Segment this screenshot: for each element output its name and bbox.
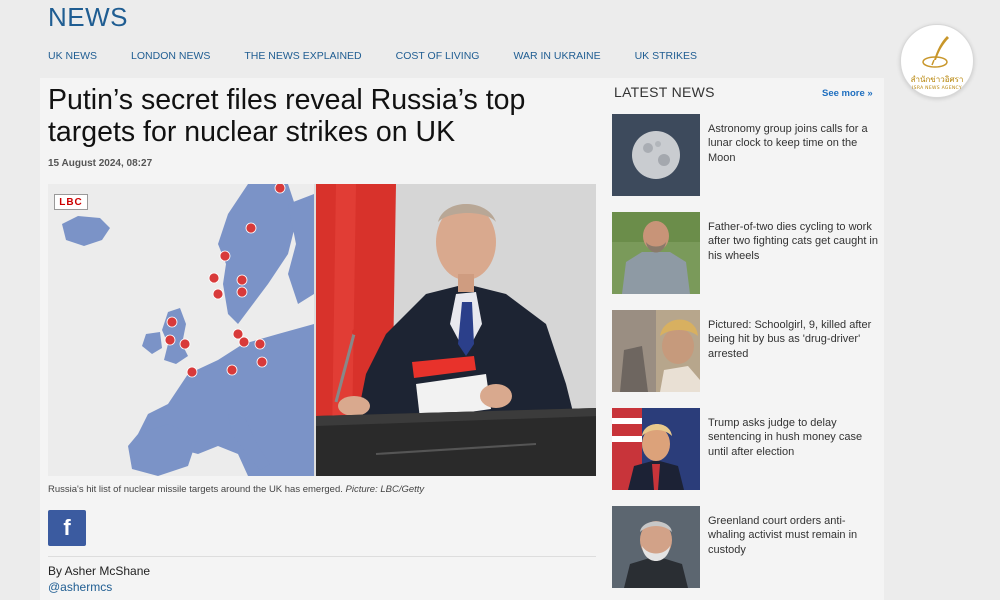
news-headline[interactable]: Trump asks judge to delay sentencing in … [708, 416, 880, 459]
news-item[interactable]: Pictured: Schoolgirl, 9, killed after be… [612, 310, 880, 394]
hero-image: LBC [48, 184, 596, 476]
map-graphic [48, 184, 314, 476]
main-nav: UK NEWS LONDON NEWS THE NEWS EXPLAINED C… [48, 50, 731, 62]
caption-text: Russia's hit list of nuclear missile tar… [48, 484, 343, 495]
logo-thai-text: สำนักข่าวอิศรา [910, 74, 964, 84]
isra-news-logo: สำนักข่าวอิศรา ISRA NEWS AGENCY [900, 24, 974, 98]
news-thumbnail [612, 310, 700, 392]
news-thumbnail [612, 408, 700, 490]
facebook-icon: f [63, 515, 71, 540]
lbc-logo: LBC [54, 194, 88, 210]
nav-london-news[interactable]: LONDON NEWS [131, 50, 210, 62]
news-item[interactable]: Greenland court orders anti-whaling acti… [612, 506, 880, 590]
nav-cost-of-living[interactable]: COST OF LIVING [396, 50, 480, 62]
article: Putin’s secret files reveal Russia’s top… [40, 78, 604, 600]
news-item[interactable]: Trump asks judge to delay sentencing in … [612, 408, 880, 492]
news-headline[interactable]: Greenland court orders anti-whaling acti… [708, 514, 880, 557]
news-thumbnail [612, 506, 700, 588]
author-twitter-link[interactable]: @ashermcs [48, 580, 112, 594]
site-header: NEWS UK NEWS LONDON NEWS THE NEWS EXPLAI… [0, 0, 1000, 70]
moon-image [612, 114, 700, 196]
nav-uk-news[interactable]: UK NEWS [48, 50, 97, 62]
putin-photo [316, 184, 596, 476]
image-caption: Russia's hit list of nuclear missile tar… [48, 484, 424, 495]
facebook-share-button[interactable]: f [48, 510, 86, 546]
news-headline[interactable]: Astronomy group joins calls for a lunar … [708, 122, 880, 165]
author-byline: By Asher McShane [48, 564, 151, 578]
news-thumbnail [612, 114, 700, 196]
news-headline[interactable]: Pictured: Schoolgirl, 9, killed after be… [708, 318, 880, 361]
quill-pen-icon [922, 35, 949, 68]
logo-english-text: ISRA NEWS AGENCY [912, 85, 962, 91]
activist-photo [612, 506, 700, 588]
article-title: Putin’s secret files reveal Russia’s top… [48, 84, 526, 148]
news-item[interactable]: Father-of-two dies cycling to work after… [612, 212, 880, 296]
news-item[interactable]: Astronomy group joins calls for a lunar … [612, 114, 880, 198]
nav-war-in-ukraine[interactable]: WAR IN UKRAINE [513, 50, 600, 62]
latest-news-title: LATEST NEWS [614, 84, 715, 100]
cyclist-photo [612, 212, 700, 294]
see-more-link[interactable]: See more » [822, 88, 873, 99]
trump-photo [612, 408, 700, 490]
caption-credit: Picture: LBC/Getty [345, 484, 425, 495]
news-thumbnail [612, 212, 700, 294]
news-headline[interactable]: Father-of-two dies cycling to work after… [708, 220, 880, 263]
schoolgirl-photo [612, 310, 700, 392]
article-date: 15 August 2024, 08:27 [48, 158, 153, 169]
europe-target-map: LBC [48, 184, 314, 476]
latest-news-sidebar: LATEST NEWS See more » Astronomy group j… [604, 78, 884, 600]
photo-graphic [316, 184, 596, 476]
byline-divider [48, 556, 596, 557]
nav-news-explained[interactable]: THE NEWS EXPLAINED [244, 50, 361, 62]
nav-uk-strikes[interactable]: UK STRIKES [635, 50, 697, 62]
site-brand[interactable]: NEWS [48, 2, 128, 33]
